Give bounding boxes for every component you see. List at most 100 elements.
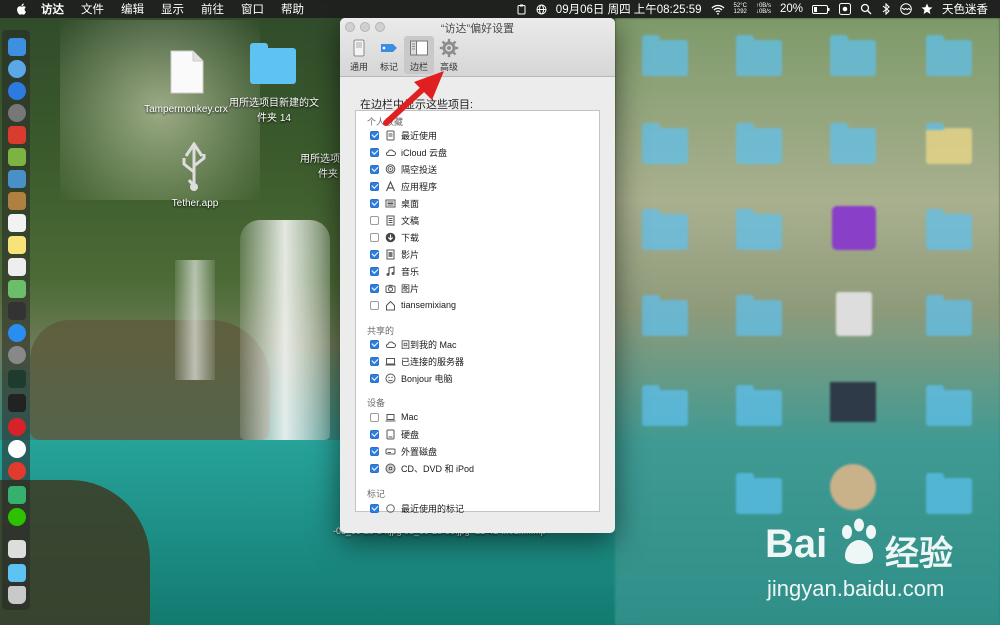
home-checkbox[interactable] [370, 300, 379, 310]
list-item-external-disks[interactable]: 外置磁盘 [370, 443, 437, 459]
list-item-downloads[interactable]: 下载 [370, 229, 419, 245]
blurred-avatar[interactable] [830, 464, 876, 510]
blurred-folder-5[interactable] [642, 123, 688, 164]
list-item-desktop[interactable]: 桌面 [370, 195, 419, 211]
menu-help[interactable]: 帮助 [281, 1, 304, 17]
bluetooth-icon[interactable] [881, 3, 891, 15]
blurred-folder-yellow[interactable] [926, 123, 972, 164]
menu-edit[interactable]: 编辑 [121, 1, 144, 17]
folder-dock-icon[interactable] [8, 564, 26, 582]
list-item-back-to-my-mac[interactable]: 回到我的 Mac [370, 336, 457, 352]
blurred-folder-4[interactable] [926, 35, 972, 76]
list-item-applications[interactable]: 应用程序 [370, 178, 437, 194]
netease-music-dock-icon[interactable] [8, 462, 26, 480]
console-dock-icon[interactable] [8, 394, 26, 412]
blurred-folder-2[interactable] [736, 35, 782, 76]
launchpad-dock-icon[interactable] [8, 60, 26, 78]
airdrop-checkbox[interactable] [370, 164, 379, 174]
blurred-folder-8[interactable] [642, 209, 688, 250]
menu-window[interactable]: 窗口 [241, 1, 264, 17]
preview-dock-icon[interactable] [8, 170, 26, 188]
list-item-hard-disk[interactable]: 硬盘 [370, 426, 419, 442]
system-preferences-dock-icon[interactable] [8, 346, 26, 364]
list-item-pictures[interactable]: 图片 [370, 280, 419, 296]
movies-checkbox[interactable] [370, 249, 379, 259]
tab-general[interactable]: 通用 [344, 36, 374, 74]
mac-checkbox[interactable] [370, 412, 379, 422]
list-item-movies[interactable]: 影片 [370, 246, 419, 262]
user-name[interactable]: 天色迷香 [942, 1, 988, 17]
network-readout[interactable]: ↑0B/s ↓0B/s [756, 3, 771, 15]
battery-icon[interactable] [812, 4, 830, 14]
contacts-dock-icon[interactable] [8, 192, 26, 210]
pictures-checkbox[interactable] [370, 283, 379, 293]
blurred-folder-11[interactable] [642, 295, 688, 336]
blurred-folder-9[interactable] [736, 209, 782, 250]
icloud-checkbox[interactable] [370, 147, 379, 157]
globe-icon[interactable] [536, 4, 547, 15]
blurred-image[interactable] [830, 382, 876, 422]
cd-dvd-ipod-checkbox[interactable] [370, 463, 379, 473]
hard-disk-checkbox[interactable] [370, 429, 379, 439]
siri-icon[interactable] [900, 3, 912, 15]
music-checkbox[interactable] [370, 266, 379, 276]
finder-dock-icon[interactable] [8, 38, 26, 56]
reminders-dock-icon[interactable] [8, 258, 26, 276]
menu-app-name[interactable]: 访达 [41, 1, 64, 17]
blurred-folder-3[interactable] [830, 35, 876, 76]
recents-checkbox[interactable] [370, 130, 379, 140]
list-item-home[interactable]: tiansemixiang [370, 297, 456, 313]
desktop-checkbox[interactable] [370, 198, 379, 208]
safari-dock-icon[interactable] [8, 82, 26, 100]
clipboard-icon[interactable] [516, 4, 527, 15]
green-app-dock-icon[interactable] [8, 486, 26, 504]
terminal-dock-icon[interactable] [8, 302, 26, 320]
applications-checkbox[interactable] [370, 181, 379, 191]
app-store-dock-icon[interactable] [8, 324, 26, 342]
tampermonkey-file[interactable] [170, 50, 204, 97]
rocket-dock-icon[interactable] [8, 104, 26, 122]
search-icon[interactable] [860, 3, 872, 15]
calendar-dock-icon[interactable] [8, 214, 26, 232]
activity-monitor-dock-icon[interactable] [8, 370, 26, 388]
downloads-checkbox[interactable] [370, 232, 379, 242]
list-item-mac[interactable]: Mac [370, 409, 418, 425]
trash-dock-icon[interactable] [8, 586, 26, 604]
battery-percent[interactable]: 20% [780, 3, 803, 15]
blurred-folder-16[interactable] [926, 385, 972, 426]
list-item-documents[interactable]: 文稿 [370, 212, 419, 228]
menu-go[interactable]: 前往 [201, 1, 224, 17]
blurred-folder-1[interactable] [642, 35, 688, 76]
menu-file[interactable]: 文件 [81, 1, 104, 17]
list-item-recent-tags[interactable]: 最近使用的标记 [370, 500, 464, 516]
documents-checkbox[interactable] [370, 215, 379, 225]
blurred-document[interactable] [836, 292, 872, 336]
red-app-dock-icon[interactable] [8, 126, 26, 144]
yandex-dock-icon[interactable] [8, 440, 26, 458]
blurred-folder-17[interactable] [736, 473, 782, 514]
document-dock-icon[interactable] [8, 540, 26, 558]
vivaldi-dock-icon[interactable] [8, 418, 26, 436]
blurred-folder-12[interactable] [736, 295, 782, 336]
blurred-folder-13[interactable] [926, 295, 972, 336]
wifi-icon[interactable] [711, 4, 725, 15]
apple-icon[interactable] [15, 2, 29, 16]
blurred-folder-7[interactable] [830, 123, 876, 164]
maps-dock-icon[interactable] [8, 280, 26, 298]
external-disks-checkbox[interactable] [370, 446, 379, 456]
recent-tags-checkbox[interactable] [370, 503, 379, 513]
list-item-bonjour[interactable]: Bonjour 电脑 [370, 370, 453, 386]
clock-text[interactable]: 09月06日 周四 上午08:25:59 [556, 1, 702, 17]
list-item-music[interactable]: 音乐 [370, 263, 419, 279]
star-icon[interactable] [921, 3, 933, 15]
list-item-connected-servers[interactable]: 已连接的服务器 [370, 353, 464, 369]
wechat-dock-icon[interactable] [8, 508, 26, 526]
tether-app[interactable] [176, 141, 212, 195]
menu-view[interactable]: 显示 [161, 1, 184, 17]
list-item-cd-dvd-ipod[interactable]: CD、DVD 和 iPod [370, 460, 474, 476]
bonjour-checkbox[interactable] [370, 373, 379, 383]
list-item-recents[interactable]: 最近使用 [370, 127, 437, 143]
blurred-folder-18[interactable] [926, 473, 972, 514]
blurred-folder-10[interactable] [926, 209, 972, 250]
list-item-airdrop[interactable]: 隔空投送 [370, 161, 437, 177]
